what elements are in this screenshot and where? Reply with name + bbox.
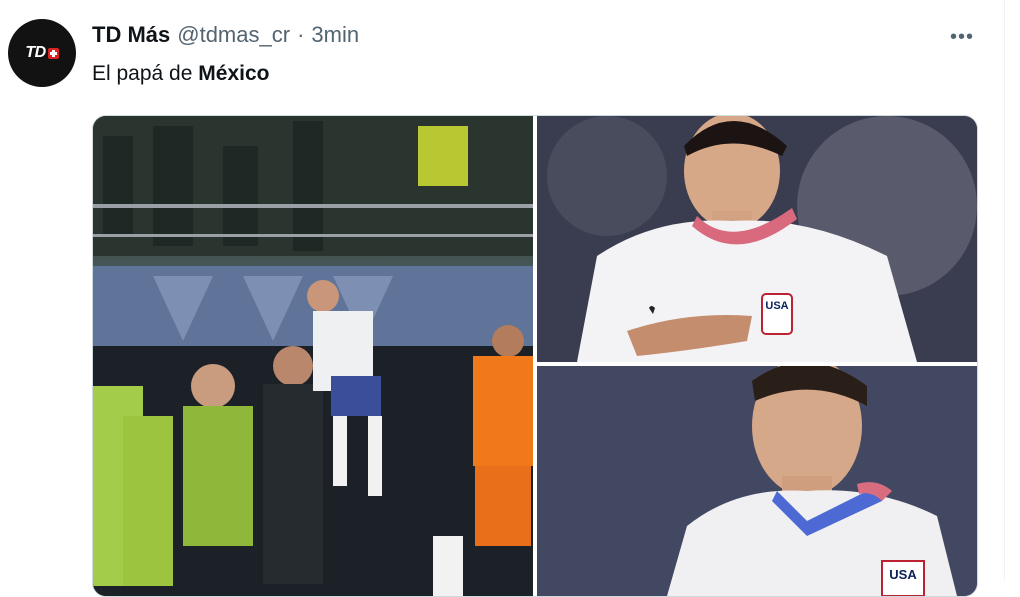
celebration-photo-art: [93, 116, 533, 596]
td-mas-logo: TD: [25, 44, 59, 62]
plus-icon: [47, 47, 59, 59]
column-divider: [1004, 0, 1005, 580]
player-pointing-crest-photo[interactable]: USA: [537, 116, 977, 362]
tweet-text-bold: México: [198, 62, 270, 85]
player-portrait-photo-art: USA: [537, 366, 977, 596]
timestamp[interactable]: 3min: [311, 22, 359, 48]
tweet-text-prefix: El papá de: [92, 62, 199, 85]
jersey-crest-text: USA: [765, 300, 788, 312]
more-options-button[interactable]: •••: [946, 22, 978, 52]
celebration-photo[interactable]: [93, 116, 533, 596]
player-pointing-photo-art: USA: [537, 116, 977, 362]
author-handle[interactable]: @tdmas_cr: [177, 22, 290, 48]
author-name[interactable]: TD Más: [92, 22, 170, 48]
separator: ·: [297, 22, 305, 47]
player-portrait-photo[interactable]: USA: [537, 366, 977, 596]
more-icon: •••: [949, 25, 974, 48]
avatar-label: TD: [25, 44, 46, 61]
tweet-header: TD Más @tdmas_cr · 3min: [92, 22, 359, 48]
media-grid: USA USA: [92, 115, 978, 597]
avatar[interactable]: TD: [8, 19, 76, 87]
tweet-text: El papá de México: [92, 62, 269, 86]
